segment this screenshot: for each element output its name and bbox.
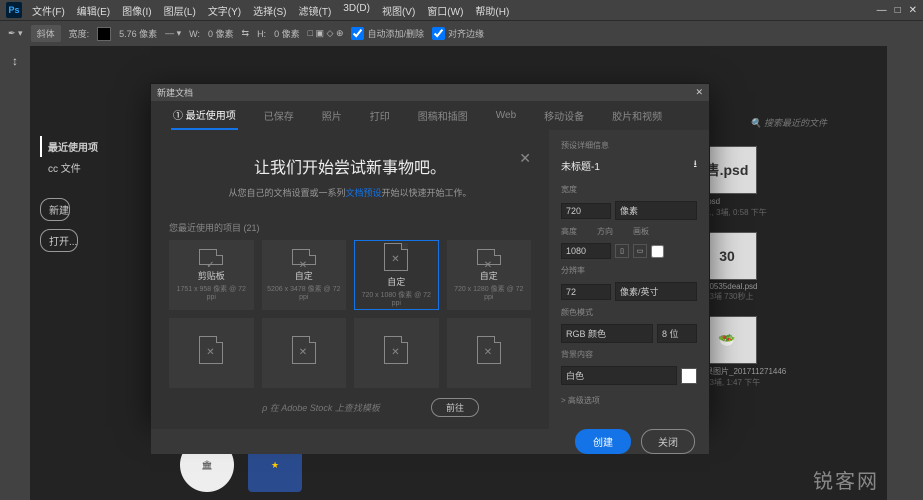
preset-item[interactable]: ✕自定720 x 1280 像素 @ 72 ppi	[447, 240, 532, 310]
artboard-label: 画板	[633, 226, 649, 237]
stroke-width[interactable]: 5.76 像素	[119, 27, 157, 40]
stock-search-input[interactable]: ρ 在 Adobe Stock 上查找模板	[221, 401, 421, 414]
open-button[interactable]: 打开...	[40, 229, 78, 252]
align-edges-label: 对齐边缘	[448, 27, 484, 40]
menu-item[interactable]: 文件(F)	[32, 3, 65, 18]
width-unit-select[interactable]: 像素	[615, 201, 697, 220]
bg-label: 背景内容	[561, 349, 697, 360]
dialog-tab[interactable]: Web	[494, 104, 518, 127]
preset-item[interactable]: ✕自定5206 x 3478 像素 @ 72 ppi	[262, 240, 347, 310]
search-recent-input[interactable]: 🔍 搜索最近的文件	[750, 116, 827, 129]
dialog-tab[interactable]: 照片	[320, 102, 344, 129]
preset-item[interactable]: ✕	[447, 318, 532, 388]
save-preset-icon[interactable]: ⭳	[694, 157, 698, 174]
doc-presets-link[interactable]: 文档预设	[345, 188, 381, 198]
close-button[interactable]: 关闭	[641, 429, 695, 454]
dialog-tab[interactable]: 胶片和视频	[610, 102, 664, 129]
tools-panel: ↕	[0, 46, 30, 500]
menu-item[interactable]: 选择(S)	[253, 3, 286, 18]
move-tool-icon[interactable]: ↕	[4, 50, 26, 72]
h-value[interactable]: 0 像素	[274, 27, 300, 40]
menu-item[interactable]: 窗口(W)	[427, 3, 463, 18]
menu-item[interactable]: 文字(Y)	[208, 3, 241, 18]
bit-depth-select[interactable]: 8 位	[657, 324, 697, 343]
panels-dock	[887, 46, 923, 500]
new-button[interactable]: 新建	[40, 198, 70, 221]
menu-item[interactable]: 滤镜(T)	[299, 3, 332, 18]
watermark: 锐客网	[813, 465, 879, 494]
minimize-icon[interactable]: —	[877, 5, 887, 16]
dialog-title: 新建文档	[157, 86, 193, 99]
go-button[interactable]: 前往	[431, 398, 479, 417]
new-document-dialog: 新建文档 ✕ ① 最近使用项已保存照片打印图稿和插图 Web 移动设备胶片和视频 ✕…	[150, 83, 710, 420]
height-label: 高度	[561, 226, 577, 237]
align-edges-checkbox[interactable]	[432, 27, 445, 40]
w-label: W:	[189, 29, 200, 39]
dialog-tab[interactable]: 图稿和插图	[416, 102, 470, 129]
orient-label: 方向	[597, 226, 613, 237]
resolution-input[interactable]	[561, 284, 611, 300]
create-button[interactable]: 创建	[575, 429, 631, 454]
hero-title: 让我们开始尝试新事物吧。	[169, 154, 531, 178]
recent-file[interactable]: 30icfa0535deal.psd埔, 3埔 730秒上	[697, 232, 837, 302]
dialog-close-icon[interactable]: ✕	[695, 87, 703, 98]
mode-label: 颜色模式	[561, 307, 697, 318]
color-swatch[interactable]	[97, 27, 111, 41]
height-input[interactable]	[561, 243, 611, 259]
details-header: 预设详细信息	[561, 140, 697, 151]
res-label: 分辨率	[561, 265, 697, 276]
preset-item[interactable]: ✕	[169, 318, 254, 388]
bg-color-swatch[interactable]	[681, 368, 697, 384]
sidebar-cc-files[interactable]: cc 文件	[40, 157, 98, 178]
dialog-tab[interactable]: ① 最近使用项	[171, 101, 238, 130]
h-label: H:	[257, 29, 266, 39]
preset-item[interactable]: ✕	[262, 318, 347, 388]
menu-item[interactable]: 图像(I)	[122, 3, 151, 18]
doc-title-input[interactable]: 未标题-1	[561, 158, 600, 173]
w-value[interactable]: 0 像素	[208, 27, 234, 40]
italic-label[interactable]: 斜体	[31, 25, 61, 42]
menu-item[interactable]: 3D(D)	[343, 3, 370, 18]
hero-dismiss-icon[interactable]: ✕	[519, 150, 531, 167]
preset-item[interactable]: ✕	[354, 318, 439, 388]
menu-item[interactable]: 视图(V)	[382, 3, 415, 18]
ps-logo: Ps	[6, 2, 22, 18]
width-input[interactable]	[561, 203, 611, 219]
maximize-icon[interactable]: □	[895, 5, 901, 16]
options-bar: ✒ ▾ 斜体 宽度: 5.76 像素 — ▾ W: 0 像素 ⇆ H: 0 像素…	[0, 20, 923, 46]
width-label: 宽度:	[69, 27, 90, 40]
dialog-tab[interactable]: 移动设备	[542, 102, 586, 129]
width-label: 宽度	[561, 184, 697, 195]
landscape-icon[interactable]: ▭	[633, 244, 647, 258]
menu-item[interactable]: 编辑(E)	[77, 3, 110, 18]
recent-file[interactable]: 售.psd售.psd埔..., 3埔, 0:58 下午	[697, 146, 837, 218]
portrait-icon[interactable]: ▯	[615, 244, 629, 258]
color-mode-select[interactable]: RGB 颜色	[561, 324, 653, 343]
preset-item[interactable]: ✕自定720 x 1080 像素 @ 72 ppi	[354, 240, 439, 310]
menu-item[interactable]: 帮助(H)	[475, 3, 509, 18]
auto-add-label: 自动添加/删除	[367, 27, 424, 40]
preset-item[interactable]: ✓剪贴板1751 x 958 像素 @ 72 ppi	[169, 240, 254, 310]
close-icon[interactable]: ✕	[909, 5, 917, 16]
hero-subtitle: 从您自己的文档设置或一系列文档预设开始以快速开始工作。	[169, 186, 531, 199]
recent-presets-label: 您最近使用的项目 (21)	[169, 221, 531, 234]
menu-item[interactable]: 图层(L)	[164, 3, 196, 18]
bg-select[interactable]: 白色	[561, 366, 677, 385]
recent-file[interactable]: 🥗蔬果图片_201711271446埔, 3埔, 1:47 下午	[697, 316, 837, 388]
artboard-checkbox[interactable]	[651, 245, 664, 258]
dialog-tab[interactable]: 已保存	[262, 102, 296, 129]
auto-add-checkbox[interactable]	[351, 27, 364, 40]
tool-preset-icon[interactable]: ✒ ▾	[8, 28, 23, 39]
advanced-toggle[interactable]: > 高级选项	[561, 395, 697, 406]
res-unit-select[interactable]: 像素/英寸	[615, 282, 697, 301]
sidebar-recent[interactable]: 最近使用项	[40, 136, 98, 157]
dialog-tab[interactable]: 打印	[368, 102, 392, 129]
